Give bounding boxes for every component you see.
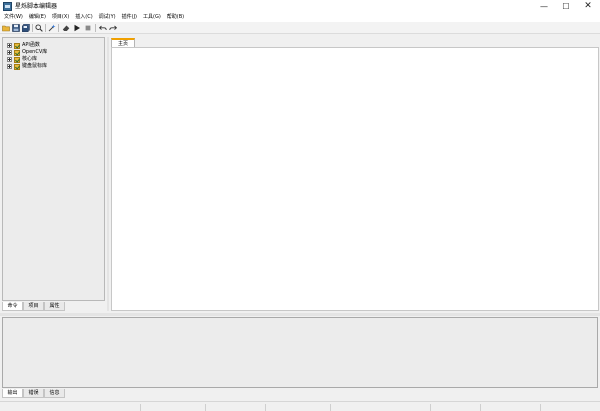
redo-icon[interactable]	[109, 24, 117, 32]
status-divider	[140, 404, 141, 411]
tree-item-label: 键盘鼠标库	[22, 63, 48, 69]
vertical-splitter[interactable]	[107, 37, 109, 311]
menu-edit[interactable]: 编辑(E)	[29, 13, 46, 22]
status-bar	[0, 401, 600, 411]
library-icon	[14, 49, 20, 56]
tree-item-api[interactable]: API函数	[7, 42, 40, 49]
status-divider	[330, 404, 331, 411]
toolbar	[0, 22, 600, 34]
library-icon	[14, 42, 20, 49]
library-icon	[14, 63, 20, 70]
open-folder-icon[interactable]	[2, 24, 10, 32]
tab-project[interactable]: 项目	[23, 302, 44, 311]
menu-help[interactable]: 帮助(B)	[167, 13, 184, 22]
toolbar-separator	[32, 24, 33, 32]
menu-tools[interactable]: 工具(G)	[143, 13, 161, 22]
window-title: 星烁脚本编辑器	[15, 3, 58, 10]
app-icon	[3, 2, 12, 11]
build-icon[interactable]	[48, 24, 56, 32]
close-button[interactable]: ✕	[577, 0, 599, 13]
tree-item-label: API函数	[22, 42, 40, 48]
tree-item-label: 核心库	[22, 56, 38, 62]
tab-info[interactable]: 信息	[44, 389, 65, 398]
editor-area[interactable]	[111, 47, 599, 311]
expand-icon[interactable]	[7, 64, 12, 69]
output-panel-tabs: 输出 错误 信息	[2, 389, 598, 398]
status-divider	[430, 404, 431, 411]
output-panel[interactable]	[2, 317, 598, 388]
search-icon[interactable]	[35, 24, 43, 32]
toolbar-separator	[95, 24, 96, 32]
menu-project[interactable]: 项目(X)	[52, 13, 69, 22]
menu-bar: 文件(W) 编辑(E) 项目(X) 插入(C) 调试(Y) 插件(J) 工具(G…	[0, 13, 600, 22]
save-icon[interactable]	[12, 24, 20, 32]
tree-item-keyboard-mouse[interactable]: 键盘鼠标库	[7, 63, 47, 70]
tab-output[interactable]: 输出	[2, 389, 23, 398]
menu-plugins[interactable]: 插件(J)	[122, 13, 137, 22]
save-all-icon[interactable]	[22, 24, 30, 32]
tab-errors[interactable]: 错误	[23, 389, 44, 398]
menu-debug[interactable]: 调试(Y)	[99, 13, 116, 22]
tab-properties[interactable]: 属性	[44, 302, 65, 311]
run-icon[interactable]	[73, 24, 81, 32]
minimize-button[interactable]: —	[533, 0, 555, 13]
eraser-icon[interactable]	[62, 24, 70, 32]
menu-insert[interactable]: 插入(C)	[75, 13, 92, 22]
toolbar-separator	[58, 24, 59, 32]
undo-icon[interactable]	[99, 24, 107, 32]
left-panel-tabs: 命令 项目 属性	[2, 302, 105, 311]
expand-icon[interactable]	[7, 57, 12, 62]
stop-icon[interactable]	[84, 24, 92, 32]
tree-item-label: OpenCV库	[22, 49, 48, 55]
maximize-button[interactable]: ☐	[555, 0, 577, 13]
expand-icon[interactable]	[7, 43, 12, 48]
tab-commands[interactable]: 命令	[2, 302, 23, 311]
command-tree-panel: API函数 OpenCV库 核心库 键盘鼠标库	[2, 37, 105, 301]
status-divider	[205, 404, 206, 411]
library-icon	[14, 56, 20, 63]
tree-item-core[interactable]: 核心库	[7, 56, 37, 63]
horizontal-splitter[interactable]	[0, 313, 600, 316]
menu-file[interactable]: 文件(W)	[4, 13, 23, 22]
toolbar-separator	[45, 24, 46, 32]
expand-icon[interactable]	[7, 50, 12, 55]
status-divider	[540, 404, 541, 411]
title-bar: 星烁脚本编辑器 — ☐ ✕	[0, 0, 600, 13]
status-divider	[265, 404, 266, 411]
tree-item-opencv[interactable]: OpenCV库	[7, 49, 47, 56]
status-divider	[480, 404, 481, 411]
